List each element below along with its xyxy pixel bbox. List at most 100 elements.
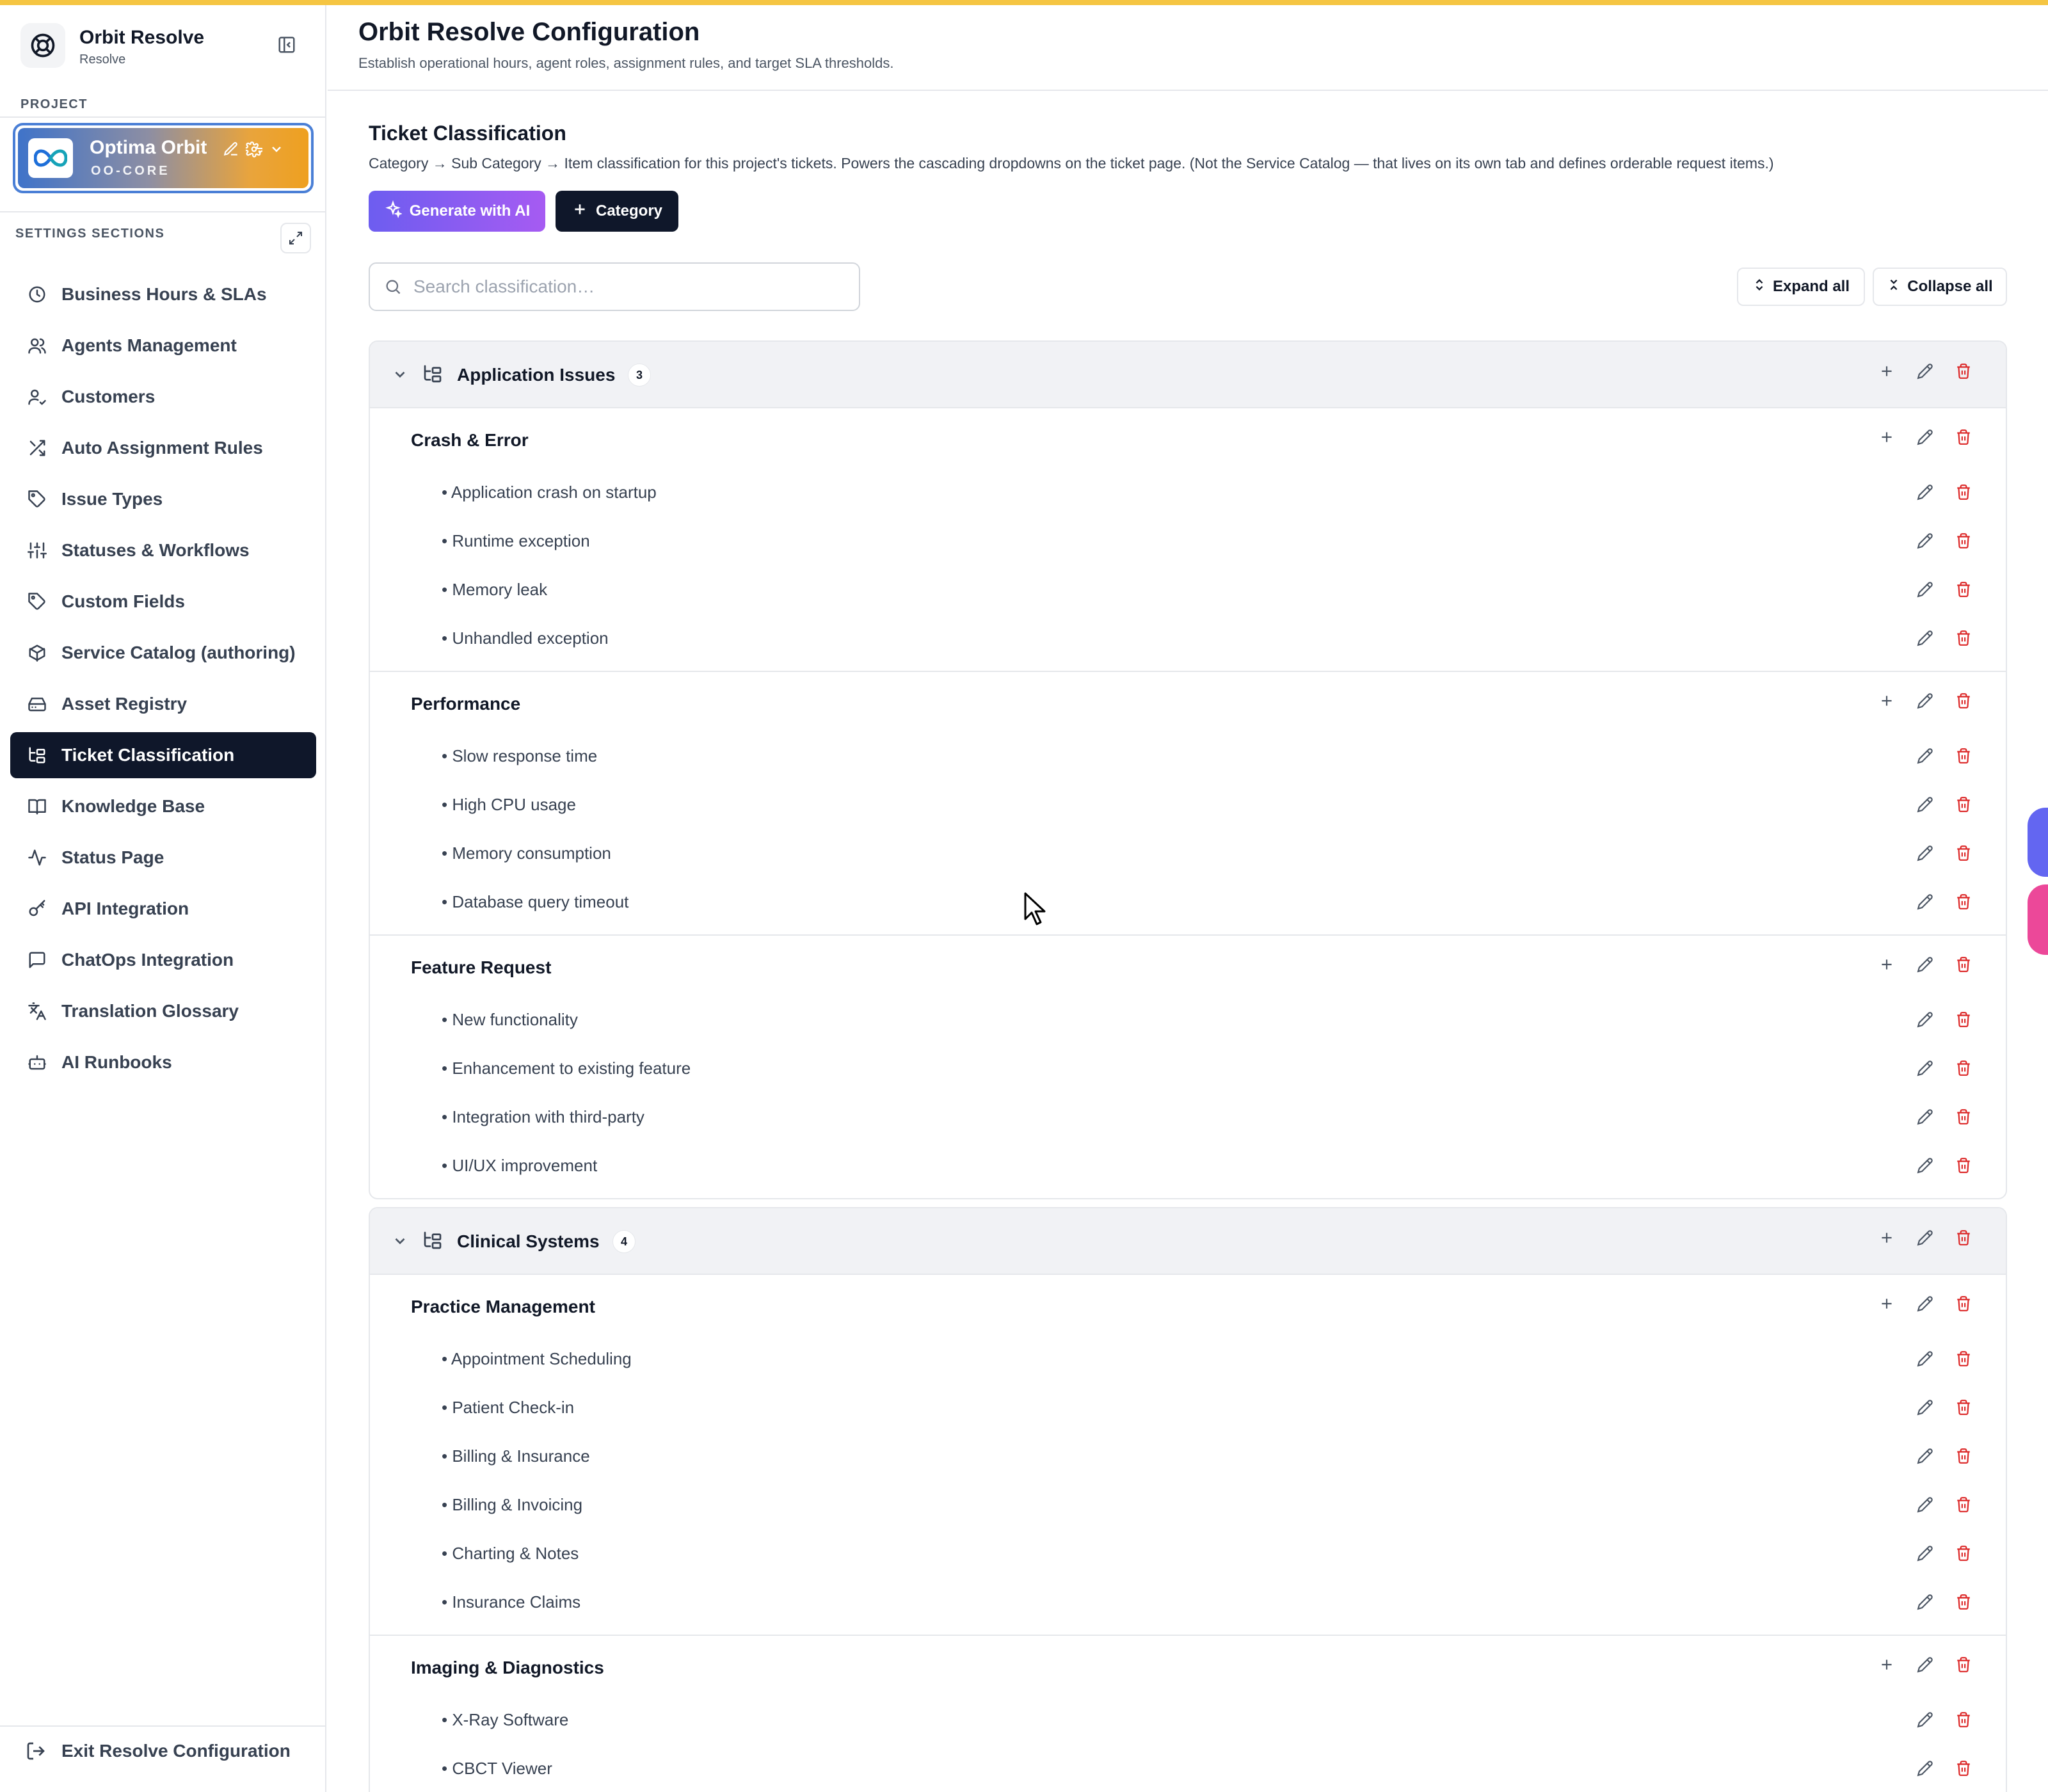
delete-item-trash-icon[interactable] [1944, 1760, 1983, 1777]
edit-subcategory-pencil-icon[interactable] [1906, 956, 1944, 973]
expand-all-button[interactable]: Expand all [1737, 268, 1865, 306]
delete-item-trash-icon[interactable] [1944, 748, 1983, 764]
exit-configuration-button[interactable]: Exit Resolve Configuration [26, 1740, 291, 1763]
floating-feedback-button[interactable] [2028, 884, 2048, 955]
item-actions [1906, 1448, 1983, 1464]
delete-subcategory-trash-icon[interactable] [1944, 1656, 1983, 1673]
edit-item-pencil-icon[interactable] [1906, 1011, 1944, 1028]
delete-subcategory-trash-icon[interactable] [1944, 1295, 1983, 1312]
sidebar-item-service-catalog-authoring[interactable]: Service Catalog (authoring) [10, 630, 316, 676]
edit-item-pencil-icon[interactable] [1906, 1350, 1944, 1367]
edit-item-pencil-icon[interactable] [1906, 1594, 1944, 1610]
sidebar-item-agents-management[interactable]: Agents Management [10, 323, 316, 369]
edit-item-pencil-icon[interactable] [1906, 1399, 1944, 1416]
edit-item-pencil-icon[interactable] [1906, 845, 1944, 861]
edit-item-pencil-icon[interactable] [1906, 1157, 1944, 1174]
edit-item-pencil-icon[interactable] [1906, 796, 1944, 813]
edit-category-pencil-icon[interactable] [1906, 363, 1944, 380]
sidebar-item-ai-runbooks[interactable]: AI Runbooks [10, 1039, 316, 1085]
delete-subcategory-trash-icon[interactable] [1944, 692, 1983, 709]
delete-subcategory-trash-icon[interactable] [1944, 956, 1983, 973]
project-switcher[interactable]: Optima Orbit OO-CORE [13, 123, 314, 193]
settings-nav: Business Hours & SLAs Agents Management Cu… [10, 271, 316, 1091]
edit-project-icon[interactable] [223, 141, 239, 161]
delete-subcategory-trash-icon[interactable] [1944, 429, 1983, 445]
delete-item-trash-icon[interactable] [1944, 845, 1983, 861]
generate-with-ai-button[interactable]: Generate with AI [369, 191, 545, 232]
sidebar-item-ticket-classification[interactable]: Ticket Classification [10, 732, 316, 778]
edit-item-pencil-icon[interactable] [1906, 1711, 1944, 1728]
project-settings-gear-icon[interactable] [244, 141, 264, 161]
delete-item-trash-icon[interactable] [1944, 1157, 1983, 1174]
expand-sidebar-button[interactable] [280, 223, 311, 253]
sidebar-collapse-button[interactable] [274, 32, 300, 58]
edit-item-pencil-icon[interactable] [1906, 630, 1944, 646]
edit-item-pencil-icon[interactable] [1906, 581, 1944, 598]
edit-item-pencil-icon[interactable] [1906, 484, 1944, 500]
edit-subcategory-pencil-icon[interactable] [1906, 1656, 1944, 1673]
edit-item-pencil-icon[interactable] [1906, 748, 1944, 764]
delete-item-trash-icon[interactable] [1944, 1448, 1983, 1464]
delete-item-trash-icon[interactable] [1944, 796, 1983, 813]
add-subcategory-plus-icon[interactable] [1868, 956, 1906, 973]
delete-item-trash-icon[interactable] [1944, 484, 1983, 500]
delete-item-trash-icon[interactable] [1944, 1545, 1983, 1562]
delete-item-trash-icon[interactable] [1944, 1399, 1983, 1416]
add-subcategory-plus-icon[interactable] [1868, 692, 1906, 709]
edit-subcategory-pencil-icon[interactable] [1906, 429, 1944, 445]
edit-item-pencil-icon[interactable] [1906, 893, 1944, 910]
delete-item-trash-icon[interactable] [1944, 532, 1983, 549]
sidebar-item-knowledge-base[interactable]: Knowledge Base [10, 783, 316, 829]
add-category-plus-icon[interactable] [1868, 1229, 1906, 1246]
sidebar-item-business-hours-slas[interactable]: Business Hours & SLAs [10, 271, 316, 317]
sidebar-item-chatops-integration[interactable]: ChatOps Integration [10, 937, 316, 983]
sidebar-item-status-page[interactable]: Status Page [10, 835, 316, 881]
add-subcategory-plus-icon[interactable] [1868, 1656, 1906, 1673]
sidebar-item-custom-fields[interactable]: Custom Fields [10, 579, 316, 625]
chevron-down-icon[interactable] [392, 366, 408, 386]
edit-item-pencil-icon[interactable] [1906, 532, 1944, 549]
delete-item-trash-icon[interactable] [1944, 1011, 1983, 1028]
add-category-plus-icon[interactable] [1868, 363, 1906, 380]
sidebar-item-label: ChatOps Integration [61, 950, 234, 970]
delete-item-trash-icon[interactable] [1944, 1496, 1983, 1513]
sidebar-item-translation-glossary[interactable]: Translation Glossary [10, 988, 316, 1034]
sidebar-item-auto-assignment-rules[interactable]: Auto Assignment Rules [10, 425, 316, 471]
edit-item-pencil-icon[interactable] [1906, 1108, 1944, 1125]
add-subcategory-plus-icon[interactable] [1868, 1295, 1906, 1312]
collapse-all-button[interactable]: Collapse all [1873, 268, 2007, 306]
edit-category-pencil-icon[interactable] [1906, 1229, 1944, 1246]
delete-item-trash-icon[interactable] [1944, 1060, 1983, 1076]
add-subcategory-plus-icon[interactable] [1868, 429, 1906, 445]
sidebar-item-api-integration[interactable]: API Integration [10, 886, 316, 932]
sidebar-item-issue-types[interactable]: Issue Types [10, 476, 316, 522]
delete-category-trash-icon[interactable] [1944, 1229, 1983, 1246]
chevron-down-icon[interactable] [269, 141, 284, 160]
edit-item-pencil-icon[interactable] [1906, 1760, 1944, 1777]
delete-item-trash-icon[interactable] [1944, 1350, 1983, 1367]
add-category-button[interactable]: Category [556, 191, 678, 232]
edit-item-pencil-icon[interactable] [1906, 1496, 1944, 1513]
delete-item-trash-icon[interactable] [1944, 1108, 1983, 1125]
delete-item-trash-icon[interactable] [1944, 630, 1983, 646]
edit-subcategory-pencil-icon[interactable] [1906, 1295, 1944, 1312]
sidebar-item-asset-registry[interactable]: Asset Registry [10, 681, 316, 727]
edit-subcategory-pencil-icon[interactable] [1906, 692, 1944, 709]
chevron-down-icon[interactable] [392, 1233, 408, 1252]
delete-item-trash-icon[interactable] [1944, 893, 1983, 910]
floating-assistant-button[interactable] [2028, 808, 2048, 877]
delete-item-trash-icon[interactable] [1944, 1594, 1983, 1610]
delete-item-trash-icon[interactable] [1944, 581, 1983, 598]
search-input[interactable] [413, 276, 849, 297]
category-header[interactable]: Clinical Systems 4 [370, 1208, 2006, 1274]
search-box[interactable] [369, 262, 860, 311]
edit-item-pencil-icon[interactable] [1906, 1545, 1944, 1562]
delete-category-trash-icon[interactable] [1944, 363, 1983, 380]
sidebar-item-customers[interactable]: Customers [10, 374, 316, 420]
edit-item-pencil-icon[interactable] [1906, 1060, 1944, 1076]
edit-item-pencil-icon[interactable] [1906, 1448, 1944, 1464]
list-item: • Unhandled exception [370, 614, 2006, 663]
sidebar-item-statuses-workflows[interactable]: Statuses & Workflows [10, 527, 316, 573]
category-header[interactable]: Application Issues 3 [370, 342, 2006, 407]
delete-item-trash-icon[interactable] [1944, 1711, 1983, 1728]
